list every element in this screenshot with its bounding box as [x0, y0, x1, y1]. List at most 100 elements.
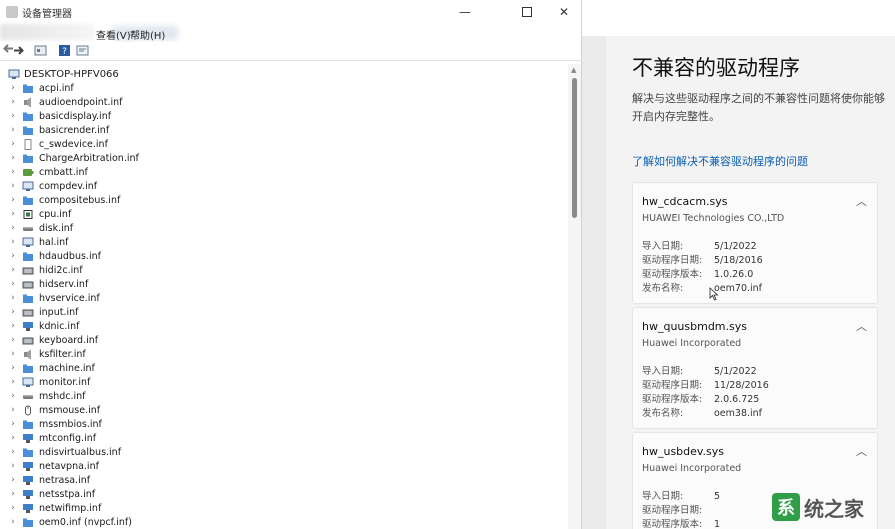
tree-item[interactable]: › cmbatt.inf	[8, 165, 88, 179]
chevron-right-icon[interactable]: ›	[8, 489, 18, 499]
tree-item[interactable]: › hvservice.inf	[8, 291, 100, 305]
chevron-right-icon[interactable]: ›	[8, 293, 18, 303]
panel-side-band	[582, 36, 606, 529]
tree-item[interactable]: › netrasa.inf	[8, 473, 90, 487]
chevron-right-icon[interactable]: ›	[8, 349, 18, 359]
tree-item[interactable]: › compositebus.inf	[8, 193, 120, 207]
chevron-right-icon[interactable]: ›	[8, 461, 18, 471]
chevron-right-icon[interactable]: ›	[8, 83, 18, 93]
chevron-right-icon[interactable]: ›	[8, 195, 18, 205]
driver-card: hw_quusbmdm.sys Huawei Incorporated ︿ 导入…	[632, 307, 878, 429]
chevron-right-icon[interactable]: ›	[8, 447, 18, 457]
tree-item[interactable]: › hidi2c.inf	[8, 263, 82, 277]
device-tree: DESKTOP-HPFV066 › acpi.inf › audioendpoint.…	[0, 64, 568, 529]
chevron-right-icon[interactable]: ›	[8, 475, 18, 485]
chevron-right-icon[interactable]: ›	[8, 377, 18, 387]
menu-help[interactable]: 帮助(H)	[130, 27, 165, 42]
scan-hardware-icon[interactable]	[76, 44, 89, 57]
tree-item-label: audioendpoint.inf	[39, 96, 123, 108]
folder-icon	[23, 420, 33, 429]
chevron-right-icon[interactable]: ›	[8, 209, 18, 219]
maximize-button[interactable]	[510, 0, 544, 24]
tree-item[interactable]: › netwifimp.inf	[8, 501, 101, 515]
minimize-button[interactable]: —	[448, 0, 482, 24]
tree-item[interactable]: › kdnic.inf	[8, 319, 79, 333]
help-icon[interactable]: ?	[58, 44, 71, 57]
tree-item[interactable]: › machine.inf	[8, 361, 95, 375]
driver-detail-row: 导入日期: 5/1/2022	[642, 366, 757, 377]
driver-name: hw_usbdev.sys	[642, 445, 725, 458]
chevron-up-icon[interactable]: ︿	[856, 193, 867, 209]
mouse-cursor-icon	[709, 287, 719, 301]
chevron-right-icon[interactable]: ›	[8, 419, 18, 429]
tree-root[interactable]: DESKTOP-HPFV066	[8, 67, 119, 81]
scroll-up-icon[interactable]: ▲	[571, 66, 576, 74]
properties-icon[interactable]	[34, 44, 47, 57]
panel-title: 不兼容的驱动程序	[632, 56, 800, 80]
learn-more-link[interactable]: 了解如何解决不兼容驱动程序的问题	[632, 153, 808, 169]
tree-item[interactable]: › hidserv.inf	[8, 277, 88, 291]
driver-detail-row: 驱动程序版本: 2.0.6.725	[642, 394, 760, 405]
tree-item-label: hal.inf	[39, 236, 69, 248]
chevron-right-icon[interactable]: ›	[8, 307, 18, 317]
folder-icon	[23, 252, 33, 261]
chevron-right-icon[interactable]: ›	[8, 279, 18, 289]
chevron-right-icon[interactable]: ›	[8, 363, 18, 373]
scroll-thumb[interactable]	[572, 78, 577, 218]
tree-item[interactable]: › ndisvirtualbus.inf	[8, 445, 121, 459]
chevron-right-icon[interactable]: ›	[8, 405, 18, 415]
tree-item-label: cpu.inf	[39, 208, 72, 220]
tree-item[interactable]: › input.inf	[8, 305, 78, 319]
tree-item-label: kdnic.inf	[39, 320, 80, 332]
tree-item[interactable]: › acpi.inf	[8, 81, 74, 95]
title-bar[interactable]: 设备管理器 — ✕	[0, 0, 581, 24]
tree-item[interactable]: › mssmbios.inf	[8, 417, 102, 431]
chevron-right-icon[interactable]: ›	[8, 97, 18, 107]
tree-item[interactable]: › basicrender.inf	[8, 123, 109, 137]
chevron-right-icon[interactable]: ›	[8, 391, 18, 401]
tree-item[interactable]: › mshdc.inf	[8, 389, 86, 403]
tree-item[interactable]: › netsstpa.inf	[8, 487, 95, 501]
close-button[interactable]: ✕	[547, 0, 581, 24]
chevron-right-icon[interactable]: ›	[8, 517, 18, 527]
tree-item[interactable]: › ChargeArbitration.inf	[8, 151, 139, 165]
chevron-right-icon[interactable]: ›	[8, 265, 18, 275]
tree-item[interactable]: › ksfilter.inf	[8, 347, 86, 361]
tree-item[interactable]: › compdev.inf	[8, 179, 97, 193]
chevron-right-icon[interactable]: ›	[8, 433, 18, 443]
menu-view[interactable]: 查看(V)	[96, 27, 131, 42]
chevron-up-icon[interactable]: ︿	[856, 443, 867, 459]
tree-item[interactable]: › c_swdevice.inf	[8, 137, 108, 151]
tree-item-label: netsstpa.inf	[39, 488, 96, 500]
forward-arrow-icon[interactable]	[12, 44, 25, 57]
tree-scrollbar[interactable]: ▲	[568, 64, 581, 529]
chevron-up-icon[interactable]: ︿	[856, 318, 867, 334]
menu-bar: 查看(V) 帮助(H)	[0, 24, 581, 42]
chevron-right-icon[interactable]: ›	[8, 153, 18, 163]
chevron-right-icon[interactable]: ›	[8, 181, 18, 191]
tree-item[interactable]: › msmouse.inf	[8, 403, 100, 417]
chevron-right-icon[interactable]: ›	[8, 321, 18, 331]
tree-item[interactable]: › audioendpoint.inf	[8, 95, 122, 109]
chevron-right-icon[interactable]: ›	[8, 111, 18, 121]
chevron-right-icon[interactable]: ›	[8, 125, 18, 135]
tree-item[interactable]: › hdaudbus.inf	[8, 249, 101, 263]
tree-item[interactable]: › cpu.inf	[8, 207, 71, 221]
chevron-right-icon[interactable]: ›	[8, 167, 18, 177]
tree-item[interactable]: › mtconfig.inf	[8, 431, 96, 445]
chevron-right-icon[interactable]: ›	[8, 139, 18, 149]
chevron-right-icon[interactable]: ›	[8, 237, 18, 247]
tree-item-label: mshdc.inf	[39, 390, 86, 402]
tree-item[interactable]: › keyboard.inf	[8, 333, 98, 347]
tree-item-label: compdev.inf	[39, 180, 98, 192]
chevron-right-icon[interactable]: ›	[8, 503, 18, 513]
tree-item[interactable]: › basicdisplay.inf	[8, 109, 111, 123]
tree-item[interactable]: › disk.inf	[8, 221, 73, 235]
chevron-right-icon[interactable]: ›	[8, 335, 18, 345]
chevron-right-icon[interactable]: ›	[8, 223, 18, 233]
tree-item[interactable]: › oem0.inf (nvpcf.inf)	[8, 515, 132, 529]
tree-item[interactable]: › hal.inf	[8, 235, 69, 249]
tree-item[interactable]: › netavpna.inf	[8, 459, 99, 473]
chevron-right-icon[interactable]: ›	[8, 251, 18, 261]
tree-item[interactable]: › monitor.inf	[8, 375, 90, 389]
